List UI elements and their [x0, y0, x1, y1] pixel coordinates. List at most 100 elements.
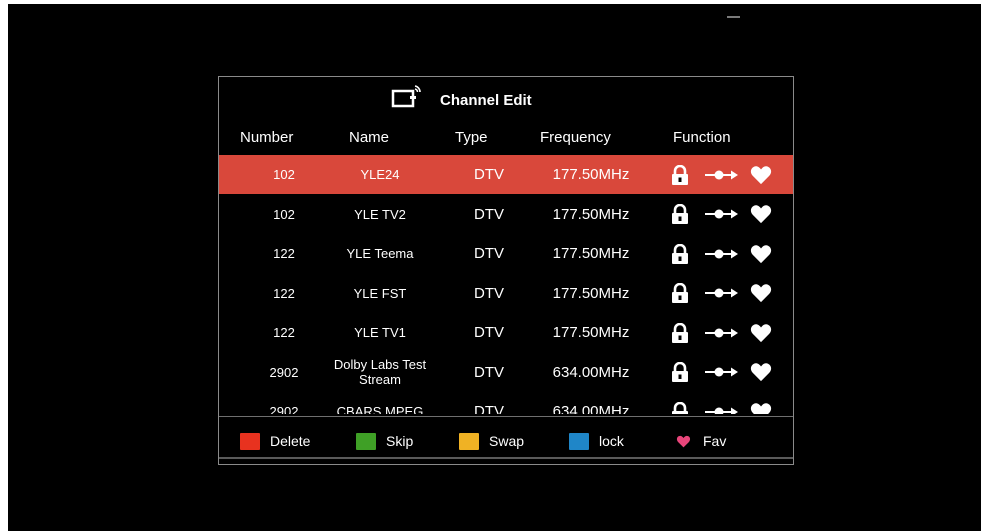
lock-button[interactable]: [671, 392, 693, 414]
fav-button[interactable]: [750, 274, 774, 313]
column-number: Number: [240, 129, 294, 146]
skip-button[interactable]: [705, 392, 741, 414]
skip-icon: [705, 407, 738, 414]
skip-icon: [705, 367, 738, 377]
heart-icon: [750, 363, 772, 382]
heart-icon: [750, 402, 772, 414]
skip-icon: [705, 249, 738, 258]
channel-name: YLE TV1: [354, 325, 406, 340]
channel-frequency: 177.50MHz: [552, 166, 630, 183]
channel-row[interactable]: 102 YLE24 DTV 177.50MHz: [219, 155, 793, 194]
lock-icon: [672, 362, 688, 382]
skip-button[interactable]: [705, 353, 741, 392]
channel-row[interactable]: 2902 Dolby Labs Test Stream DTV 634.00MHz: [219, 353, 793, 392]
fav-button[interactable]: [750, 353, 774, 392]
channel-number: 122: [273, 285, 295, 301]
fav-button[interactable]: [750, 234, 774, 273]
fav-button[interactable]: [750, 195, 774, 234]
skip-button[interactable]: [705, 274, 741, 313]
channel-type: DTV: [474, 205, 504, 223]
legend-label: Skip: [386, 433, 414, 449]
channel-number: 2902: [269, 404, 299, 414]
channel-frequency: 634.00MHz: [552, 363, 630, 381]
heart-icon: [750, 205, 772, 224]
channel-frequency: 177.50MHz: [552, 324, 630, 341]
skip-icon: [705, 209, 738, 219]
channel-frequency: 177.50MHz: [552, 205, 630, 223]
lock-icon: [672, 322, 688, 343]
legend-label: lock: [599, 433, 624, 449]
legend-label: Fav: [703, 433, 727, 449]
channel-type: DTV: [474, 403, 504, 414]
channel-row[interactable]: 2902 CBARS MPEG DTV 634.00MHz: [219, 392, 793, 414]
skip-icon: [705, 288, 738, 298]
lock-button[interactable]: [671, 155, 693, 194]
legend-label: Swap: [489, 433, 525, 449]
tv-icon: [391, 85, 421, 108]
lock-button[interactable]: [671, 353, 693, 392]
channel-row[interactable]: 122 YLE FST DTV 177.50MHz: [219, 274, 793, 313]
channel-edit-dialog: Channel Edit Number Name Type Frequency …: [218, 76, 794, 465]
lock-button[interactable]: [671, 313, 693, 352]
channel-number: 122: [273, 325, 295, 340]
channel-number: 122: [273, 246, 295, 261]
channel-type: DTV: [474, 324, 504, 341]
lock-icon: [672, 204, 688, 224]
blue-key-icon: [569, 432, 589, 450]
channel-name: YLE FST: [353, 285, 407, 301]
channel-row[interactable]: 122 YLE Teema DTV 177.50MHz: [219, 234, 793, 273]
heart-icon: [750, 165, 772, 184]
skip-icon: [705, 170, 738, 179]
skip-button[interactable]: [705, 234, 741, 273]
fav-button[interactable]: [750, 392, 774, 414]
heart-icon: [750, 284, 772, 303]
lock-icon: [672, 243, 688, 264]
legend-delete[interactable]: Delete: [240, 429, 310, 453]
column-frequency: Frequency: [540, 129, 611, 146]
lock-button[interactable]: [671, 195, 693, 234]
yellow-key-icon: [459, 432, 479, 450]
red-key-icon: [240, 432, 260, 450]
lock-button[interactable]: [671, 274, 693, 313]
channel-row[interactable]: 122 YLE TV1 DTV 177.50MHz: [219, 313, 793, 352]
divider: [219, 416, 793, 417]
legend-lock[interactable]: lock: [569, 429, 624, 453]
column-headers: Number Name Type Frequency Function: [219, 129, 793, 153]
channel-type: DTV: [474, 363, 504, 381]
skip-button[interactable]: [705, 155, 741, 194]
lock-icon: [672, 283, 688, 303]
page-title: Channel Edit: [440, 92, 532, 109]
fav-button[interactable]: [750, 313, 774, 352]
channel-number: 102: [273, 206, 295, 222]
fav-button[interactable]: [750, 155, 774, 194]
bottom-divider: [219, 457, 793, 459]
channel-number: 2902: [269, 364, 299, 380]
channel-number: 102: [273, 167, 295, 182]
channel-row[interactable]: 102 YLE TV2 DTV 177.50MHz: [219, 195, 793, 234]
lock-icon: [672, 401, 688, 414]
legend-bar: Delete Skip Swap lock Fav: [219, 429, 793, 453]
skip-button[interactable]: [705, 313, 741, 352]
heart-icon: [676, 435, 691, 447]
channel-frequency: 177.50MHz: [552, 245, 630, 262]
channel-type: DTV: [474, 166, 504, 183]
lock-icon: [672, 164, 688, 185]
green-key-icon: [356, 432, 376, 450]
legend-fav[interactable]: Fav: [676, 429, 726, 453]
skip-button[interactable]: [705, 195, 741, 234]
dialog-header: Channel Edit: [219, 77, 793, 123]
lock-button[interactable]: [671, 234, 693, 273]
column-function: Function: [673, 129, 731, 146]
channel-name: CBARS MPEG: [336, 404, 424, 414]
legend-swap[interactable]: Swap: [459, 429, 524, 453]
channel-name: YLE TV2: [354, 206, 406, 222]
channel-list[interactable]: 102 YLE24 DTV 177.50MHz 102 YLE TV2 DTV 177.50M…: [219, 155, 793, 414]
channel-frequency: 634.00MHz: [552, 403, 630, 414]
column-type: Type: [455, 129, 488, 146]
heart-icon: [750, 244, 772, 263]
heart-icon: [750, 323, 772, 342]
channel-type: DTV: [474, 245, 504, 262]
legend-skip[interactable]: Skip: [356, 429, 413, 453]
channel-frequency: 177.50MHz: [552, 284, 630, 302]
column-name: Name: [349, 129, 390, 146]
